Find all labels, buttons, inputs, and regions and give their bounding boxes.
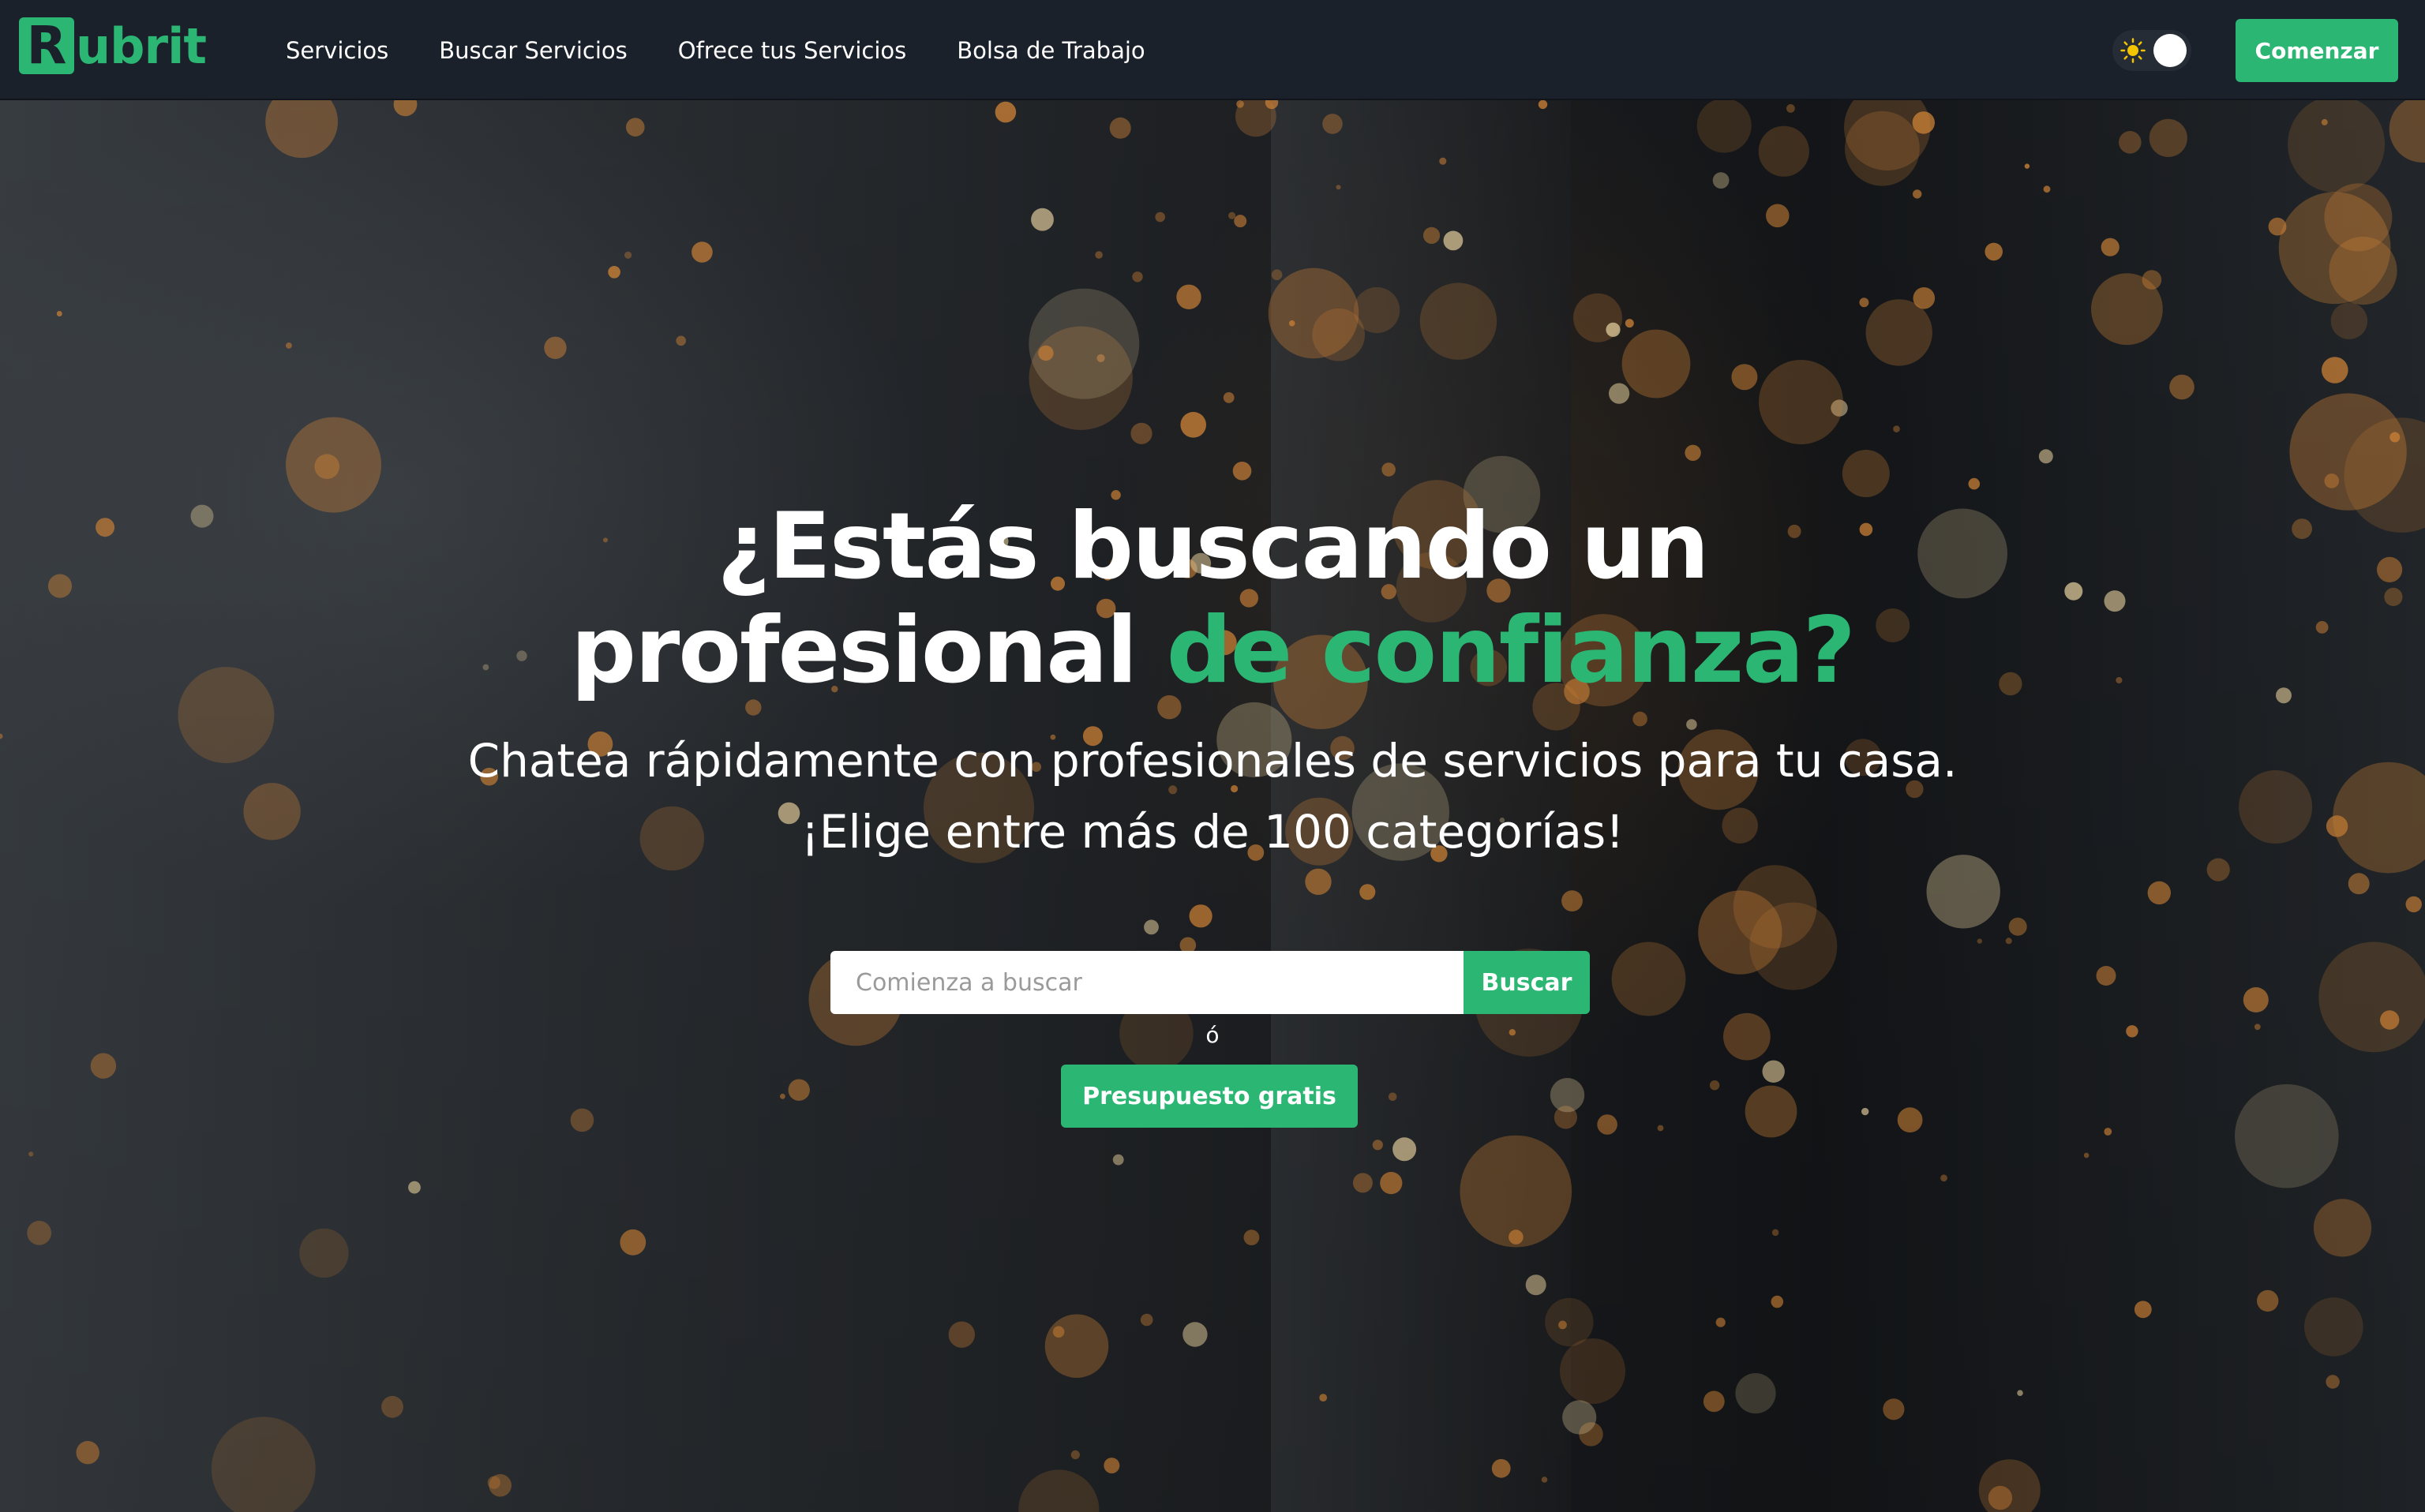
nav-link-buscar-servicios[interactable]: Buscar Servicios	[439, 37, 628, 64]
hero-section: ¿Estás buscando un profesional de confia…	[0, 100, 2425, 1512]
hero-title-line1: ¿Estás buscando un	[717, 493, 1709, 600]
logo-letter-box: R	[19, 17, 74, 74]
start-button[interactable]: Comenzar	[2236, 19, 2398, 82]
nav-link-servicios[interactable]: Servicios	[286, 37, 388, 64]
sun-icon	[2120, 38, 2146, 63]
logo-text: ubrit	[76, 17, 207, 75]
hero-subtitle-line1: Chatea rápidamente con profesionales de …	[467, 734, 1958, 788]
hero-title: ¿Estás buscando un profesional de confia…	[0, 495, 2425, 703]
or-separator: ó	[1205, 1022, 1220, 1048]
nav-link-ofrece-servicios[interactable]: Ofrece tus Servicios	[678, 37, 907, 64]
theme-toggle[interactable]	[2112, 30, 2191, 71]
page: R ubrit Servicios Buscar Servicios Ofrec…	[0, 0, 2425, 1512]
hero-title-plain: profesional	[571, 597, 1167, 704]
toggle-knob	[2153, 34, 2187, 67]
navbar: R ubrit Servicios Buscar Servicios Ofrec…	[0, 0, 2425, 100]
hero-subtitle-line2: ¡Elige entre más de 100 categorías!	[800, 805, 1625, 859]
free-quote-button[interactable]: Presupuesto gratis	[1061, 1065, 1358, 1128]
search-input[interactable]	[830, 951, 1464, 1014]
nav-link-bolsa-trabajo[interactable]: Bolsa de Trabajo	[957, 37, 1145, 64]
hero-title-line2: profesional de confianza?	[0, 599, 2425, 703]
nav-links: Servicios Buscar Servicios Ofrece tus Se…	[286, 0, 1196, 100]
search-bar: Buscar	[830, 951, 1590, 1014]
hero-title-accent: de confianza?	[1166, 597, 1856, 704]
search-button[interactable]: Buscar	[1464, 951, 1590, 1014]
logo[interactable]: R ubrit	[19, 16, 207, 76]
hero-content: ¿Estás buscando un profesional de confia…	[0, 100, 2425, 1512]
hero-subtitle: Chatea rápidamente con profesionales de …	[0, 725, 2425, 867]
